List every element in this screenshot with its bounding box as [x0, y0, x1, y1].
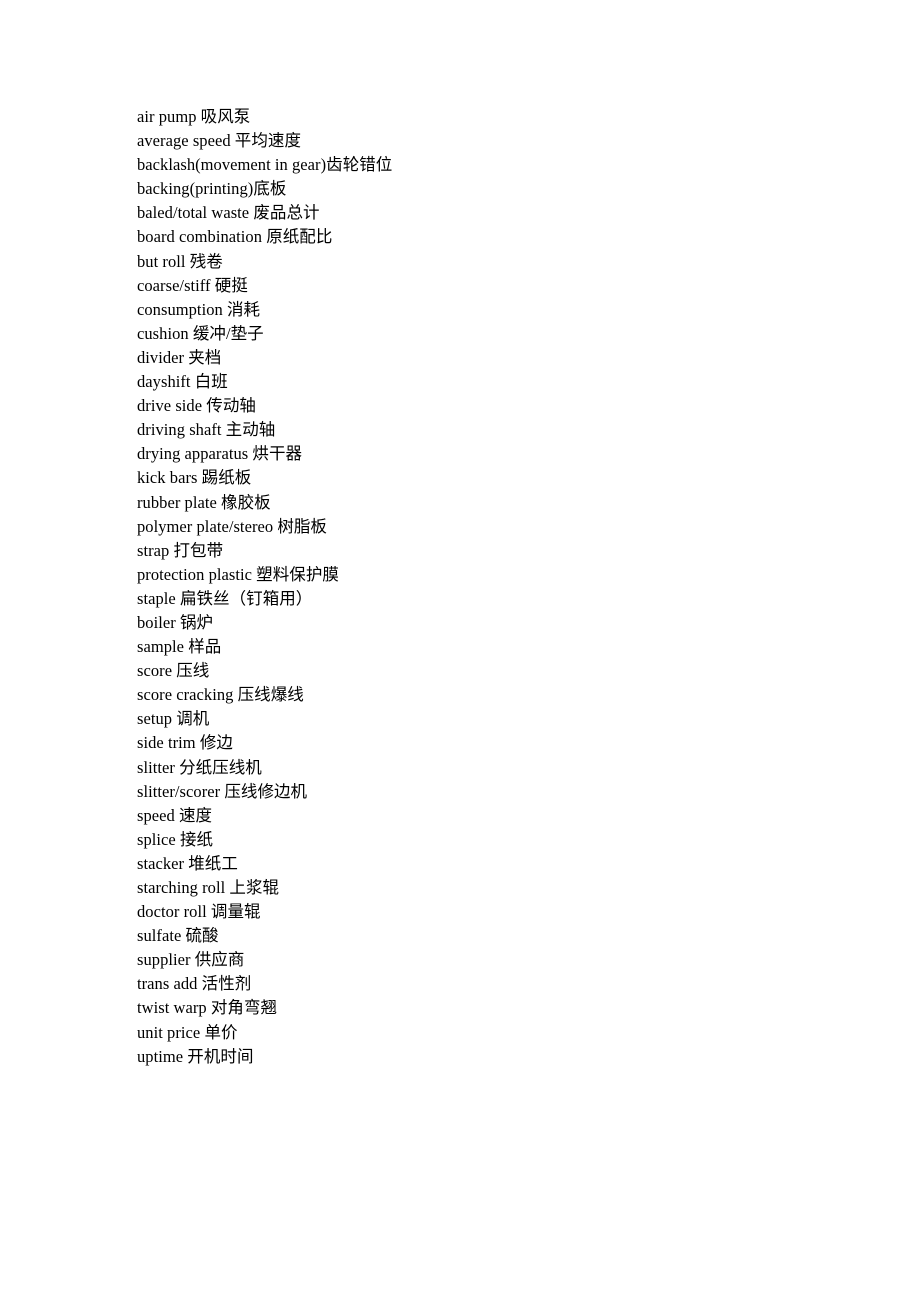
glossary-entry: setup 调机 — [137, 709, 210, 729]
glossary-entry: strap 打包带 — [137, 540, 224, 560]
glossary-entry: staple 扁铁丝（钉箱用） — [137, 588, 313, 608]
glossary-entry: trans add 活性剂 — [137, 974, 252, 994]
glossary-entry: baled/total waste 废品总计 — [137, 203, 320, 223]
glossary-entry: score 压线 — [137, 661, 210, 681]
glossary-entry: polymer plate/stereo 树脂板 — [137, 516, 327, 536]
glossary-entry: divider 夹档 — [137, 347, 222, 367]
glossary-entry: unit price 单价 — [137, 1022, 238, 1042]
glossary-entry: drive side 传动轴 — [137, 396, 256, 416]
glossary-list: air pump 吸风泵 average speed 平均速度 backlash(m… — [137, 105, 817, 1069]
glossary-entry: dayshift 白班 — [137, 372, 228, 392]
glossary-entry: starching roll 上浆辊 — [137, 878, 280, 897]
glossary-entry: rubber plate 橡胶板 — [137, 492, 271, 512]
glossary-entry: average speed 平均速度 — [137, 131, 302, 151]
glossary-entry: coarse/stiff 硬挺 — [137, 275, 248, 295]
glossary-entry: consumption 消耗 — [137, 299, 261, 319]
glossary-entry: drying apparatus 烘干器 — [137, 444, 303, 464]
glossary-entry: uptime 开机时间 — [137, 1046, 254, 1066]
glossary-entry: backing(printing)底板 — [137, 179, 287, 199]
glossary-entry: air pump 吸风泵 — [137, 107, 251, 126]
glossary-entry: splice 接纸 — [137, 829, 214, 849]
glossary-entry: but roll 残卷 — [137, 251, 223, 271]
glossary-entry: sulfate 硫酸 — [137, 926, 219, 946]
glossary-entry: boiler 锅炉 — [137, 612, 214, 632]
glossary-entry: twist warp 对角弯翘 — [137, 998, 278, 1018]
glossary-entry: slitter/scorer 压线修边机 — [137, 781, 308, 801]
glossary-entry: driving shaft 主动轴 — [137, 420, 276, 440]
glossary-entry: board combination 原纸配比 — [137, 227, 333, 247]
glossary-entry: stacker 堆纸工 — [137, 853, 238, 873]
glossary-entry: sample 样品 — [137, 637, 222, 657]
document-body: air pump 吸风泵 average speed 平均速度 backlash(m… — [137, 105, 817, 1069]
glossary-entry: doctor roll 调量辊 — [137, 902, 261, 922]
glossary-entry: backlash(movement in gear)齿轮错位 — [137, 155, 393, 175]
document-page: air pump 吸风泵 average speed 平均速度 backlash(m… — [0, 0, 920, 1302]
glossary-entry: protection plastic 塑料保护膜 — [137, 564, 339, 584]
glossary-entry: kick bars 踢纸板 — [137, 468, 252, 488]
glossary-entry: speed 速度 — [137, 805, 213, 825]
glossary-entry: side trim 修边 — [137, 733, 233, 753]
glossary-entry: cushion 缓冲/垫子 — [137, 323, 264, 343]
glossary-entry: supplier 供应商 — [137, 950, 245, 970]
glossary-entry: slitter 分纸压线机 — [137, 757, 262, 777]
glossary-entry: score cracking 压线爆线 — [137, 685, 304, 705]
